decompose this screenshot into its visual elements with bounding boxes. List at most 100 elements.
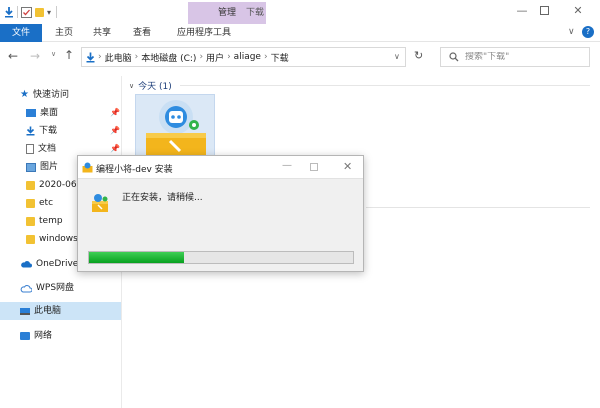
nav-item-pictures[interactable]: 图片	[26, 158, 58, 176]
pin-icon[interactable]: 📌	[110, 122, 120, 140]
tab-app-tools[interactable]: 应用程序工具	[168, 24, 240, 42]
breadcrumb-downloads[interactable]: 下载	[271, 51, 289, 64]
maximize-icon	[539, 6, 549, 15]
column-divider	[366, 207, 590, 208]
nav-label: windows	[39, 234, 78, 244]
nav-item-folder[interactable]: 2020-06	[26, 176, 78, 194]
folder-icon	[26, 216, 35, 226]
star-icon: ★	[20, 89, 29, 100]
nav-quick-access[interactable]: ★ 快速访问	[20, 86, 69, 104]
dialog-titlebar: 编程小将-dev 安装 — ✕	[78, 156, 363, 178]
nav-item-folder[interactable]: etc	[26, 194, 53, 212]
tab-share[interactable]: 共享	[86, 24, 118, 42]
document-icon	[26, 144, 34, 154]
breadcrumb-separator: ›	[98, 52, 102, 62]
wps-cloud-icon	[20, 284, 32, 292]
quick-access-toolbar: ▾	[4, 4, 58, 20]
nav-item-folder[interactable]: windows	[26, 230, 78, 248]
app-icon	[5, 7, 13, 18]
file-item-installer[interactable]	[135, 94, 215, 158]
forward-button[interactable]: →	[30, 49, 40, 63]
folder-icon	[26, 180, 35, 190]
nav-label: 2020-06	[39, 180, 77, 190]
nav-label: 桌面	[40, 108, 59, 118]
window-title: 下载	[246, 8, 265, 18]
nav-item-downloads[interactable]: 下载	[26, 122, 57, 140]
qa-separator	[17, 6, 18, 18]
address-bar[interactable]: › 此电脑 › 本地磁盘 (C:) › 用户 › aliage › 下载	[81, 47, 406, 67]
close-icon: ✕	[573, 4, 583, 17]
nav-wps-cloud[interactable]: WPS网盘	[20, 279, 74, 297]
installer-box-icon	[92, 194, 108, 212]
breadcrumb-separator: ›	[134, 52, 139, 62]
recent-locations-icon[interactable]: ∨	[51, 50, 56, 58]
nav-label: 此电脑	[34, 306, 62, 316]
search-box[interactable]	[440, 47, 590, 67]
tab-file[interactable]: 文件	[0, 24, 42, 42]
ribbon-tabs: 文件 主页 共享 查看 应用程序工具 ∨ ?	[0, 24, 600, 42]
install-status-text: 正在安装，请稍候...	[122, 193, 203, 203]
dialog-body: 正在安装，请稍候...	[78, 178, 363, 271]
breadcrumb-separator: ›	[199, 52, 204, 62]
breadcrumb-users[interactable]: 用户	[206, 51, 224, 64]
installer-app-icon	[146, 100, 206, 157]
folder-icon	[26, 198, 35, 208]
nav-item-folder[interactable]: temp	[26, 212, 63, 230]
tab-view[interactable]: 查看	[126, 24, 158, 42]
cloud-icon	[21, 261, 32, 268]
nav-label: etc	[39, 198, 54, 208]
tab-home[interactable]: 主页	[48, 24, 80, 42]
group-divider	[180, 85, 590, 86]
nav-label: 快速访问	[32, 90, 69, 100]
network-icon	[20, 332, 30, 340]
installer-dialog: 编程小将-dev 安装 — ✕ 正在安装，请稍候...	[77, 155, 364, 272]
dialog-title: 编程小将-dev 安装	[96, 165, 173, 175]
help-icon[interactable]: ?	[582, 26, 594, 38]
nav-this-pc[interactable]: 此电脑	[0, 302, 121, 320]
qa-separator	[56, 6, 58, 18]
group-header-today[interactable]: ∨ 今天 (1)	[129, 79, 172, 93]
breadcrumb-this-pc[interactable]: 此电脑	[105, 51, 132, 64]
installer-small-icon	[82, 162, 93, 173]
search-icon	[449, 52, 459, 62]
qa-dropdown-icon[interactable]: ▾	[47, 8, 51, 17]
dialog-maximize-button[interactable]	[310, 163, 318, 171]
nav-label: 网络	[34, 331, 53, 341]
refresh-button[interactable]: ↻	[414, 49, 423, 62]
nav-onedrive[interactable]: OneDrive	[20, 255, 78, 273]
computer-icon	[20, 307, 30, 315]
nav-network[interactable]: 网络	[20, 327, 52, 345]
breadcrumb-separator: ›	[227, 52, 231, 62]
install-progress-bar	[88, 251, 354, 264]
pin-icon[interactable]: 📌	[110, 104, 120, 122]
nav-item-documents[interactable]: 文档	[26, 140, 56, 158]
back-button[interactable]: ←	[8, 49, 18, 63]
nav-label: 下载	[39, 126, 58, 136]
folder-icon	[26, 234, 35, 244]
dialog-minimize-button[interactable]: —	[282, 160, 292, 171]
nav-label: 文档	[38, 144, 57, 154]
properties-icon[interactable]	[21, 6, 32, 18]
breadcrumb-aliage[interactable]: aliage	[234, 52, 261, 62]
nav-item-desktop[interactable]: 桌面	[26, 104, 58, 122]
download-icon	[26, 126, 35, 136]
picture-icon	[26, 162, 36, 172]
new-folder-icon[interactable]	[35, 7, 44, 17]
chevron-down-icon: ∨	[129, 81, 135, 90]
breadcrumb-separator: ›	[263, 52, 268, 62]
dialog-close-button[interactable]: ✕	[343, 160, 352, 173]
group-label: 今天 (1)	[138, 82, 172, 92]
install-progress-fill	[89, 252, 185, 263]
nav-label: WPS网盘	[36, 283, 75, 293]
ribbon-expand-icon[interactable]: ∨	[568, 27, 575, 37]
desktop-icon	[26, 109, 36, 117]
nav-label: OneDrive	[36, 259, 79, 269]
nav-label: 图片	[40, 162, 59, 172]
up-button[interactable]: ↑	[64, 48, 74, 62]
download-folder-icon	[86, 52, 95, 62]
search-input[interactable]	[465, 52, 575, 62]
breadcrumb-local-disk[interactable]: 本地磁盘 (C:)	[141, 51, 196, 64]
address-dropdown-icon[interactable]: ∨	[394, 52, 400, 61]
close-button[interactable]: ✕	[556, 0, 600, 24]
nav-label: temp	[39, 216, 63, 226]
